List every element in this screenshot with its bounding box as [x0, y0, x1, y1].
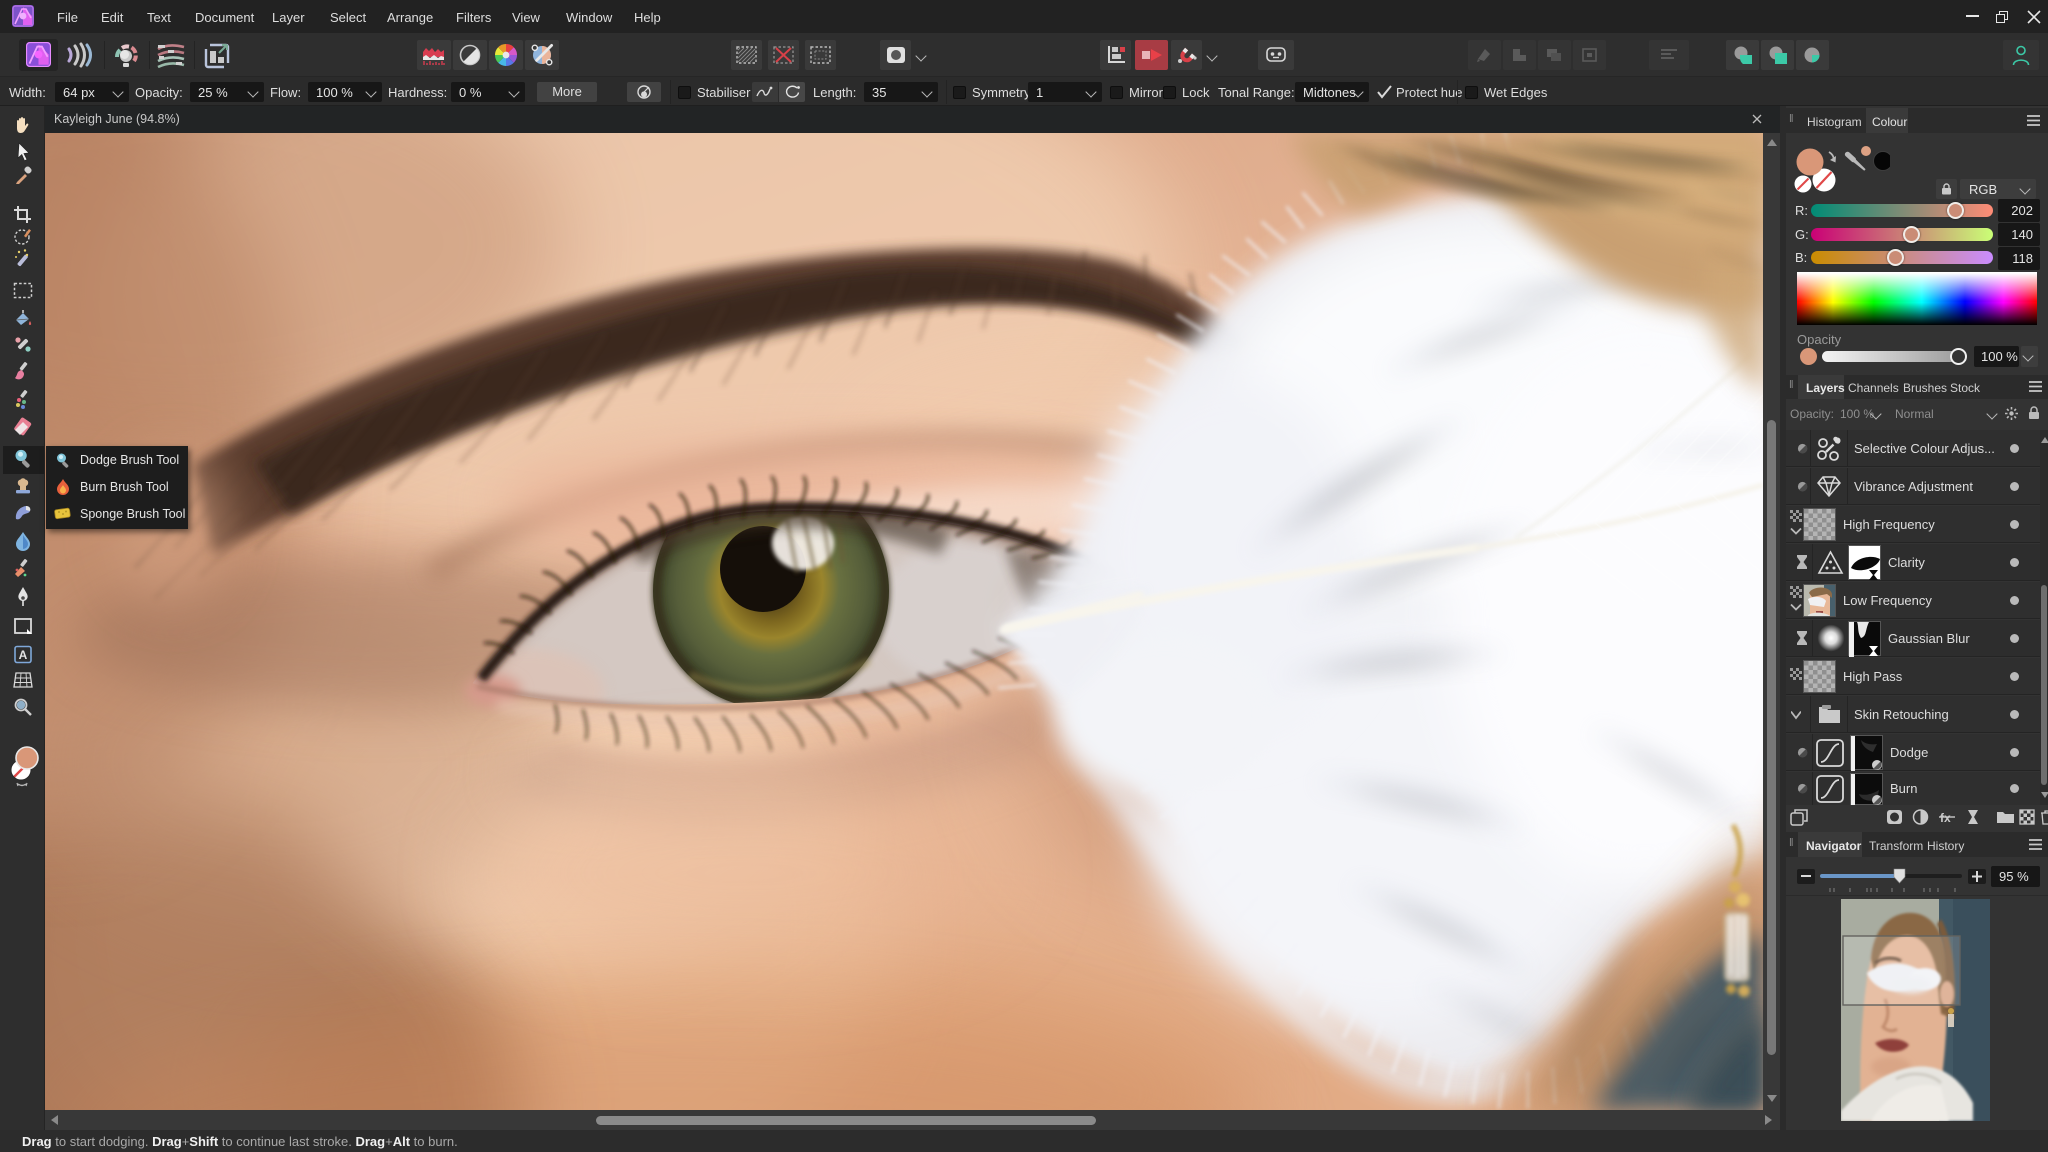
svg-text:fx: fx	[1940, 811, 1951, 825]
svg-text:A: A	[19, 648, 28, 662]
